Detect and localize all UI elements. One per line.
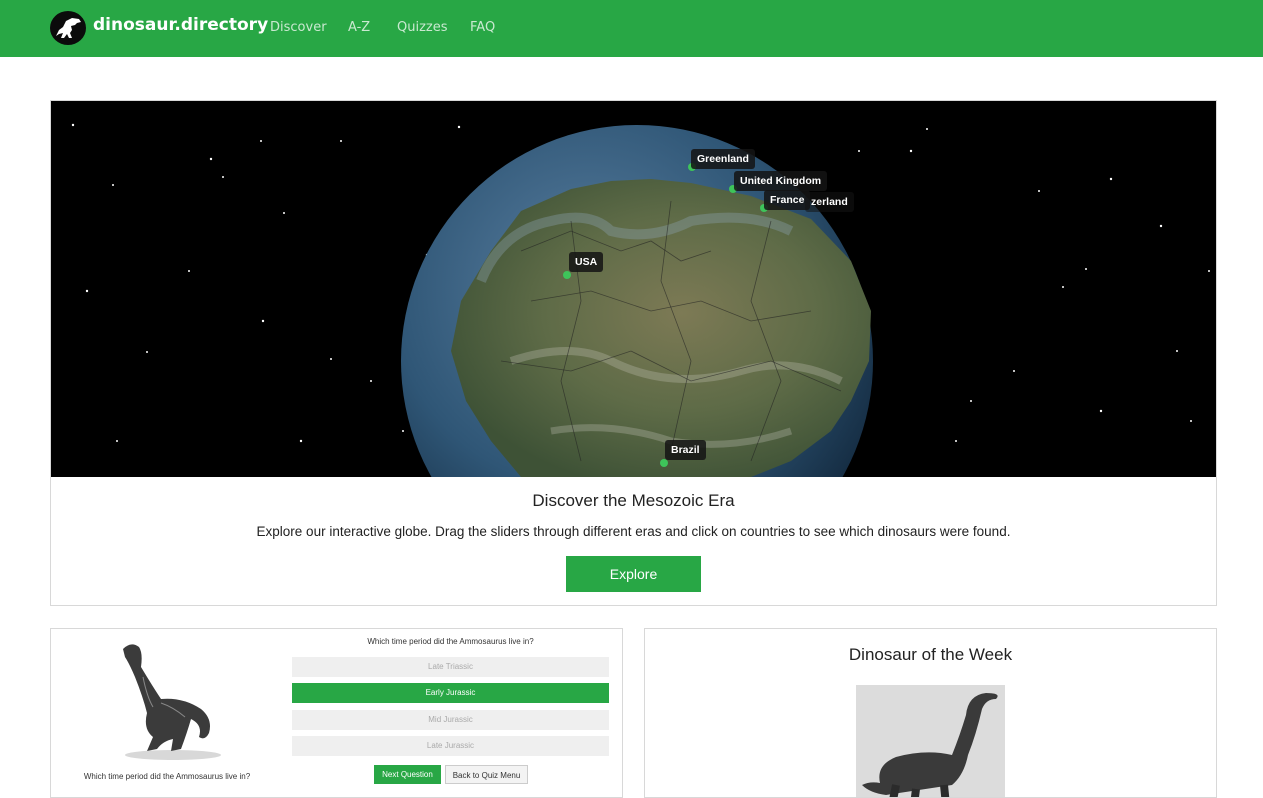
top-navbar: dinosaur.directory Discover A-Z Quizzes … [0, 0, 1263, 57]
country-label-united-kingdom[interactable]: United Kingdom [734, 171, 828, 191]
quiz-image-caption: Which time period did the Ammosaurus liv… [83, 772, 251, 781]
explore-button[interactable]: Explore [566, 556, 701, 592]
brand-name[interactable]: dinosaur.directory [93, 15, 268, 35]
hero-description: Explore our interactive globe. Drag the … [256, 524, 1011, 539]
dinosaur-of-the-week-card: Dinosaur of the Week [644, 628, 1217, 798]
hero-title: Discover the Mesozoic Era [532, 491, 735, 510]
nav-discover[interactable]: Discover [270, 20, 327, 35]
quiz-card: Which time period did the Ammosaurus liv… [50, 628, 623, 798]
ammosaurus-illustration [113, 637, 223, 762]
next-question-button[interactable]: Next Question [374, 765, 441, 784]
quiz-option-late-triassic[interactable]: Late Triassic [292, 657, 609, 677]
quiz-option-mid-jurassic[interactable]: Mid Jurassic [292, 710, 609, 730]
marker-brazil[interactable] [660, 459, 668, 467]
quiz-option-early-jurassic[interactable]: Early Jurassic [292, 683, 609, 703]
dinosaur-of-the-week-image[interactable] [856, 685, 1005, 797]
country-label-usa[interactable]: USA [569, 252, 604, 272]
quiz-question: Which time period did the Ammosaurus liv… [367, 637, 534, 646]
country-label-france[interactable]: France [764, 190, 811, 210]
dinosaur-of-the-week-title: Dinosaur of the Week [848, 645, 1013, 664]
quiz-option-late-jurassic[interactable]: Late Jurassic [292, 736, 609, 756]
nav-faq[interactable]: FAQ [470, 20, 495, 35]
trex-logo-icon[interactable] [50, 11, 86, 45]
nav-quizzes[interactable]: Quizzes [397, 20, 448, 35]
hero-card: Greenland United Kingdom zerland France … [50, 100, 1217, 606]
interactive-globe[interactable]: Greenland United Kingdom zerland France … [51, 101, 1216, 477]
globe-graphic [71, 123, 1210, 477]
country-label-greenland[interactable]: Greenland [691, 149, 755, 169]
marker-usa[interactable] [563, 271, 571, 279]
back-to-quiz-menu-button[interactable]: Back to Quiz Menu [445, 765, 528, 784]
country-label-switzerland-partial[interactable]: zerland [805, 192, 854, 212]
nav-a-z[interactable]: A-Z [348, 20, 370, 35]
country-label-brazil[interactable]: Brazil [665, 440, 706, 460]
